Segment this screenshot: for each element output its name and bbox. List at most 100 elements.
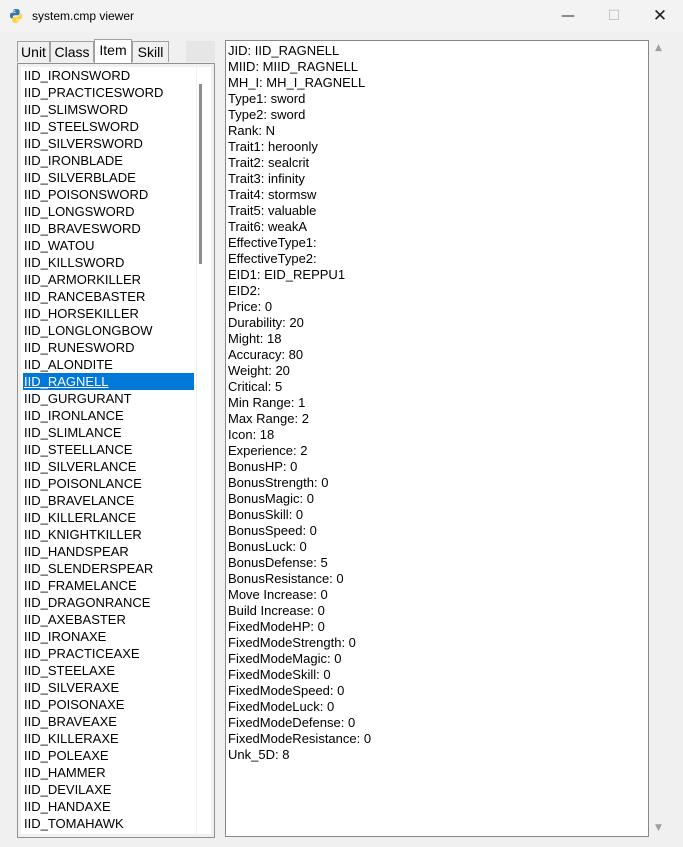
- list-scrollbar-thumb[interactable]: [199, 84, 202, 264]
- detail-line: Icon: 18: [228, 427, 275, 442]
- tab-bar-fill: [186, 41, 215, 62]
- list-item[interactable]: IID_POISONLANCE: [23, 475, 194, 492]
- window-title: system.cmp viewer: [32, 9, 135, 23]
- list-item[interactable]: IID_STEELLANCE: [23, 441, 194, 458]
- list-item[interactable]: IID_KILLERAXE: [23, 730, 194, 747]
- list-item[interactable]: IID_KILLERLANCE: [23, 509, 194, 526]
- detail-line: FixedModeStrength: 0: [228, 635, 356, 650]
- detail-line: EID2:: [228, 283, 261, 298]
- list-item[interactable]: IID_RANCEBASTER: [23, 288, 194, 305]
- maximize-button[interactable]: ☐: [591, 0, 637, 32]
- list-item[interactable]: IID_IRONLANCE: [23, 407, 194, 424]
- detail-line: FixedModeResistance: 0: [228, 731, 372, 746]
- list-item[interactable]: IID_HAMMER: [23, 764, 194, 781]
- detail-line: EffectiveType2:: [228, 251, 317, 266]
- list-item[interactable]: IID_BRAVELANCE: [23, 492, 194, 509]
- detail-line: JID: IID_RAGNELL: [228, 43, 340, 58]
- list-item[interactable]: IID_DEVILAXE: [23, 781, 194, 798]
- list-item[interactable]: IID_HANDAXE: [23, 798, 194, 815]
- list-item[interactable]: IID_STEELSWORD: [23, 118, 194, 135]
- detail-line: BonusDefense: 5: [228, 555, 328, 570]
- detail-line: Trait6: weakA: [228, 219, 307, 234]
- list-item[interactable]: IID_IRONAXE: [23, 628, 194, 645]
- detail-line: Max Range: 2: [228, 411, 309, 426]
- detail-line: Unk_5D: 8: [228, 747, 290, 762]
- detail-line: EID1: EID_REPPU1: [228, 267, 346, 282]
- detail-line: FixedModeDefense: 0: [228, 715, 356, 730]
- detail-line: Price: 0: [228, 299, 273, 314]
- list-item[interactable]: IID_SILVERSWORD: [23, 135, 194, 152]
- detail-line: FixedModeSpeed: 0: [228, 683, 345, 698]
- scroll-up-arrow-icon[interactable]: ▲: [650, 40, 667, 57]
- detail-line: Build Increase: 0: [228, 603, 325, 618]
- detail-line: Experience: 2: [228, 443, 308, 458]
- list-item[interactable]: IID_KILLSWORD: [23, 254, 194, 271]
- list-item[interactable]: IID_WATOU: [23, 237, 194, 254]
- scroll-down-arrow-icon[interactable]: ▼: [650, 820, 667, 837]
- tab-bar: Unit Class Item Skill: [17, 39, 215, 64]
- item-panel: IID_IRONSWORD IID_PRACTICESWORD IID_SLIMSW…: [17, 63, 215, 838]
- list-item[interactable]: IID_RUNESWORD: [23, 339, 194, 356]
- list-item[interactable]: IID_HORSEKILLER: [23, 305, 194, 322]
- item-details: JID: IID_RAGNELL MIID: MIID_RAGNELL MH_I: …: [225, 40, 649, 837]
- list-item[interactable]: IID_BRAVEAXE: [23, 713, 194, 730]
- detail-line: Type2: sword: [228, 107, 306, 122]
- list-item[interactable]: IID_IRONSWORD: [23, 67, 194, 84]
- minimize-button[interactable]: —: [545, 0, 591, 32]
- list-item[interactable]: IID_IRONBLADE: [23, 152, 194, 169]
- list-item[interactable]: IID_SILVERBLADE: [23, 169, 194, 186]
- detail-line: BonusStrength: 0: [228, 475, 329, 490]
- detail-line: Trait1: heroonly: [228, 139, 318, 154]
- list-item[interactable]: IID_ALONDITE: [23, 356, 194, 373]
- detail-line: Accuracy: 80: [228, 347, 304, 362]
- item-list[interactable]: IID_IRONSWORD IID_PRACTICESWORD IID_SLIMSW…: [21, 67, 196, 834]
- list-item[interactable]: IID_BRAVESWORD: [23, 220, 194, 237]
- detail-line: BonusSkill: 0: [228, 507, 304, 522]
- list-item[interactable]: IID_POISONSWORD: [23, 186, 194, 203]
- detail-line: Trait4: stormsw: [228, 187, 317, 202]
- detail-line: Weight: 20: [228, 363, 290, 378]
- tab-unit[interactable]: Unit: [17, 41, 50, 62]
- detail-line: Move Increase: 0: [228, 587, 328, 602]
- detail-line: Rank: N: [228, 123, 275, 138]
- detail-line: BonusHP: 0: [228, 459, 298, 474]
- list-item[interactable]: IID_STEELAXE: [23, 662, 194, 679]
- detail-line: Trait5: valuable: [228, 203, 317, 218]
- list-item[interactable]: IID_SILVERAXE: [23, 679, 194, 696]
- list-item[interactable]: IID_SLIMSWORD: [23, 101, 194, 118]
- list-item[interactable]: IID_HANDSPEAR: [23, 543, 194, 560]
- detail-line: MH_I: MH_I_RAGNELL: [228, 75, 366, 90]
- detail-line: BonusSpeed: 0: [228, 523, 317, 538]
- list-item[interactable]: IID_SILVERLANCE: [23, 458, 194, 475]
- details-scrollbar[interactable]: ▲ ▼: [650, 40, 667, 837]
- tab-skill[interactable]: Skill: [132, 41, 169, 62]
- detail-line: EffectiveType1:: [228, 235, 317, 250]
- detail-line: Type1: sword: [228, 91, 306, 106]
- list-item[interactable]: IID_RAGNELL: [23, 373, 194, 390]
- list-item[interactable]: IID_PRACTICESWORD: [23, 84, 194, 101]
- close-button[interactable]: ✕: [637, 0, 683, 32]
- detail-line: FixedModeLuck: 0: [228, 699, 335, 714]
- detail-line: Might: 18: [228, 331, 282, 346]
- detail-line: Min Range: 1: [228, 395, 306, 410]
- list-item[interactable]: IID_SLIMLANCE: [23, 424, 194, 441]
- list-item[interactable]: IID_SLENDERSPEAR: [23, 560, 194, 577]
- list-item[interactable]: IID_POLEAXE: [23, 747, 194, 764]
- list-item[interactable]: IID_TOMAHAWK: [23, 815, 194, 832]
- tab-item[interactable]: Item: [94, 39, 132, 63]
- list-item[interactable]: IID_GURGURANT: [23, 390, 194, 407]
- list-item[interactable]: IID_POISONAXE: [23, 696, 194, 713]
- detail-line: BonusResistance: 0: [228, 571, 344, 586]
- list-item[interactable]: IID_FRAMELANCE: [23, 577, 194, 594]
- list-item[interactable]: IID_ARMORKILLER: [23, 271, 194, 288]
- list-item[interactable]: IID_AXEBASTER: [23, 611, 194, 628]
- list-item[interactable]: IID_DRAGONRANCE: [23, 594, 194, 611]
- list-item[interactable]: IID_LONGSWORD: [23, 203, 194, 220]
- detail-line: Critical: 5: [228, 379, 283, 394]
- tab-class[interactable]: Class: [50, 41, 94, 62]
- list-item[interactable]: IID_KNIGHTKILLER: [23, 526, 194, 543]
- detail-line: FixedModeSkill: 0: [228, 667, 331, 682]
- list-item[interactable]: IID_PRACTICEAXE: [23, 645, 194, 662]
- list-item[interactable]: IID_LONGLONGBOW: [23, 322, 194, 339]
- detail-line: Durability: 20: [228, 315, 304, 330]
